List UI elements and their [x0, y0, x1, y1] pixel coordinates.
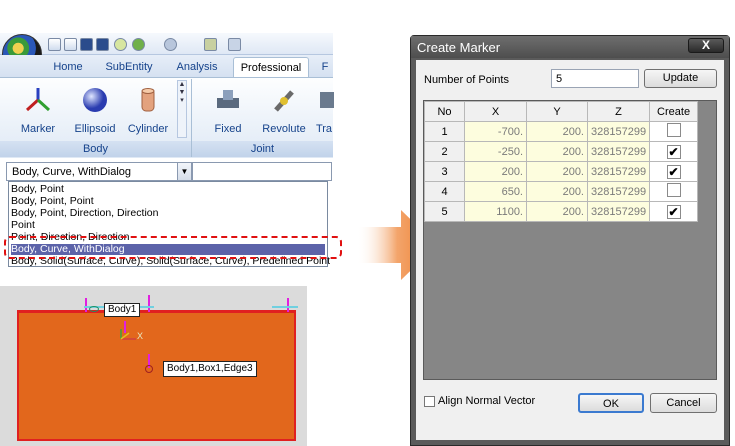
tab-truncated[interactable]: F	[318, 57, 332, 77]
gallery-scroll-icon[interactable]: ▲ ▼ ▾	[177, 80, 187, 138]
marker-button[interactable]: Marker	[14, 86, 62, 135]
create-checkbox[interactable]: ✔	[666, 204, 681, 219]
tab-analysis[interactable]: Analysis	[168, 57, 226, 77]
translational-joint-icon	[320, 92, 334, 108]
num-points-label: Number of Points	[424, 74, 509, 86]
ok-button[interactable]: OK	[578, 393, 644, 413]
fixed-joint-icon	[217, 90, 239, 108]
points-table: No X Y Z Create 1 -700. 200. 328157299 2…	[424, 101, 699, 222]
x-cell[interactable]: -700.	[464, 121, 527, 142]
column-header: Create	[649, 101, 699, 122]
list-item[interactable]: Body, Point, Point	[11, 196, 94, 207]
align-normal-checkbox[interactable]	[424, 396, 435, 407]
cylinder-label: Cylinder	[127, 123, 169, 135]
tab-home[interactable]: Home	[48, 57, 88, 77]
ellipsoid-icon	[83, 88, 107, 112]
close-button[interactable]: X	[688, 38, 724, 53]
table-row: 4 650. 200. 328157299	[424, 181, 699, 202]
customize-qat-icon[interactable]	[228, 38, 241, 51]
cancel-button[interactable]: Cancel	[650, 393, 717, 413]
create-checkbox[interactable]: ✔	[666, 144, 681, 159]
method-combo[interactable]: Body, Curve, WithDialog	[6, 162, 192, 181]
marker-icon	[25, 88, 51, 112]
marker-pin	[148, 295, 150, 312]
tab-subentity[interactable]: SubEntity	[96, 57, 162, 77]
undo-icon[interactable]	[132, 38, 145, 51]
num-points-input[interactable]: 5	[551, 69, 639, 88]
body-marker-icon	[89, 306, 99, 312]
highlight-dashed-box	[4, 236, 342, 259]
translational-label: Tra	[315, 123, 333, 135]
axis-triad-icon	[120, 329, 136, 340]
y-cell[interactable]: 200.	[526, 181, 588, 202]
method-combo-value: Body, Curve, WithDialog	[12, 166, 132, 178]
row-number: 1	[424, 121, 465, 142]
y-cell[interactable]: 200.	[526, 141, 588, 162]
list-item[interactable]: Point	[11, 220, 35, 231]
z-cell[interactable]: 328157299	[586, 161, 651, 182]
column-header: No	[424, 101, 465, 122]
fixed-joint-button[interactable]: Fixed	[206, 86, 250, 135]
marker-label: Marker	[20, 123, 56, 135]
tool-icon[interactable]	[204, 38, 217, 51]
z-cell[interactable]: 328157299	[586, 201, 651, 222]
print-icon[interactable]	[114, 38, 127, 51]
column-header: X	[464, 101, 527, 122]
translational-joint-button[interactable]: Tra	[314, 86, 334, 135]
edge-tag: Body1,Box1,Edge3	[163, 361, 257, 377]
axis-x-label: X	[137, 331, 144, 341]
fixed-label: Fixed	[214, 123, 242, 135]
create-checkbox[interactable]	[666, 123, 681, 137]
row-number: 3	[424, 161, 465, 182]
create-checkbox[interactable]	[666, 183, 681, 197]
x-cell[interactable]: 650.	[464, 181, 527, 202]
table-row: 3 200. 200. 328157299 ✔	[424, 161, 699, 182]
table-row: 2 -250. 200. 328157299 ✔	[424, 141, 699, 162]
row-number: 2	[424, 141, 465, 162]
dialog-title: Create Marker	[411, 36, 729, 58]
ellipsoid-button[interactable]: Ellipsoid	[67, 86, 123, 135]
cylinder-button[interactable]: Cylinder	[126, 86, 170, 135]
y-cell[interactable]: 200.	[526, 201, 588, 222]
z-cell[interactable]: 328157299	[586, 181, 651, 202]
joint-group-label: Joint	[192, 141, 333, 157]
list-item[interactable]: Body, Point, Direction, Direction	[11, 208, 158, 219]
x-cell[interactable]: 1100.	[464, 201, 527, 222]
edge-point-icon	[145, 365, 153, 373]
x-cell[interactable]: 200.	[464, 161, 527, 182]
tab-professional[interactable]: Professional	[233, 57, 309, 77]
cylinder-icon	[141, 88, 155, 112]
table-row: 5 1100. 200. 328157299 ✔	[424, 201, 699, 222]
edge-highlight	[272, 306, 298, 308]
list-item[interactable]: Body, Point	[11, 184, 64, 195]
body1-tag: Body1	[104, 303, 141, 317]
revolute-joint-button[interactable]: Revolute	[258, 86, 310, 135]
y-cell[interactable]: 200.	[526, 161, 588, 182]
y-cell[interactable]: 200.	[526, 121, 588, 142]
revolute-label: Revolute	[262, 123, 306, 135]
x-cell[interactable]: -250.	[464, 141, 527, 162]
z-cell[interactable]: 328157299	[586, 121, 651, 142]
update-button[interactable]: Update	[644, 69, 717, 88]
secondary-input[interactable]	[192, 162, 332, 181]
open-file-icon[interactable]	[64, 38, 77, 51]
save-all-icon[interactable]	[96, 38, 109, 51]
row-number: 5	[424, 201, 465, 222]
column-header: Y	[526, 101, 588, 122]
column-header: Z	[586, 101, 651, 122]
body-group-label: Body	[0, 141, 191, 157]
create-checkbox[interactable]: ✔	[666, 164, 681, 179]
row-number: 4	[424, 181, 465, 202]
new-file-icon[interactable]	[48, 38, 61, 51]
redo-icon[interactable]	[164, 38, 177, 51]
save-icon[interactable]	[80, 38, 93, 51]
marker-pin	[85, 298, 87, 312]
ellipsoid-label: Ellipsoid	[74, 123, 116, 135]
revolute-joint-icon	[274, 90, 294, 112]
marker-pin	[287, 298, 289, 312]
z-cell[interactable]: 328157299	[586, 141, 651, 162]
chevron-down-icon[interactable]: ▼	[177, 163, 191, 180]
table-row: 1 -700. 200. 328157299	[424, 121, 699, 142]
align-normal-label: Align Normal Vector	[438, 395, 536, 407]
